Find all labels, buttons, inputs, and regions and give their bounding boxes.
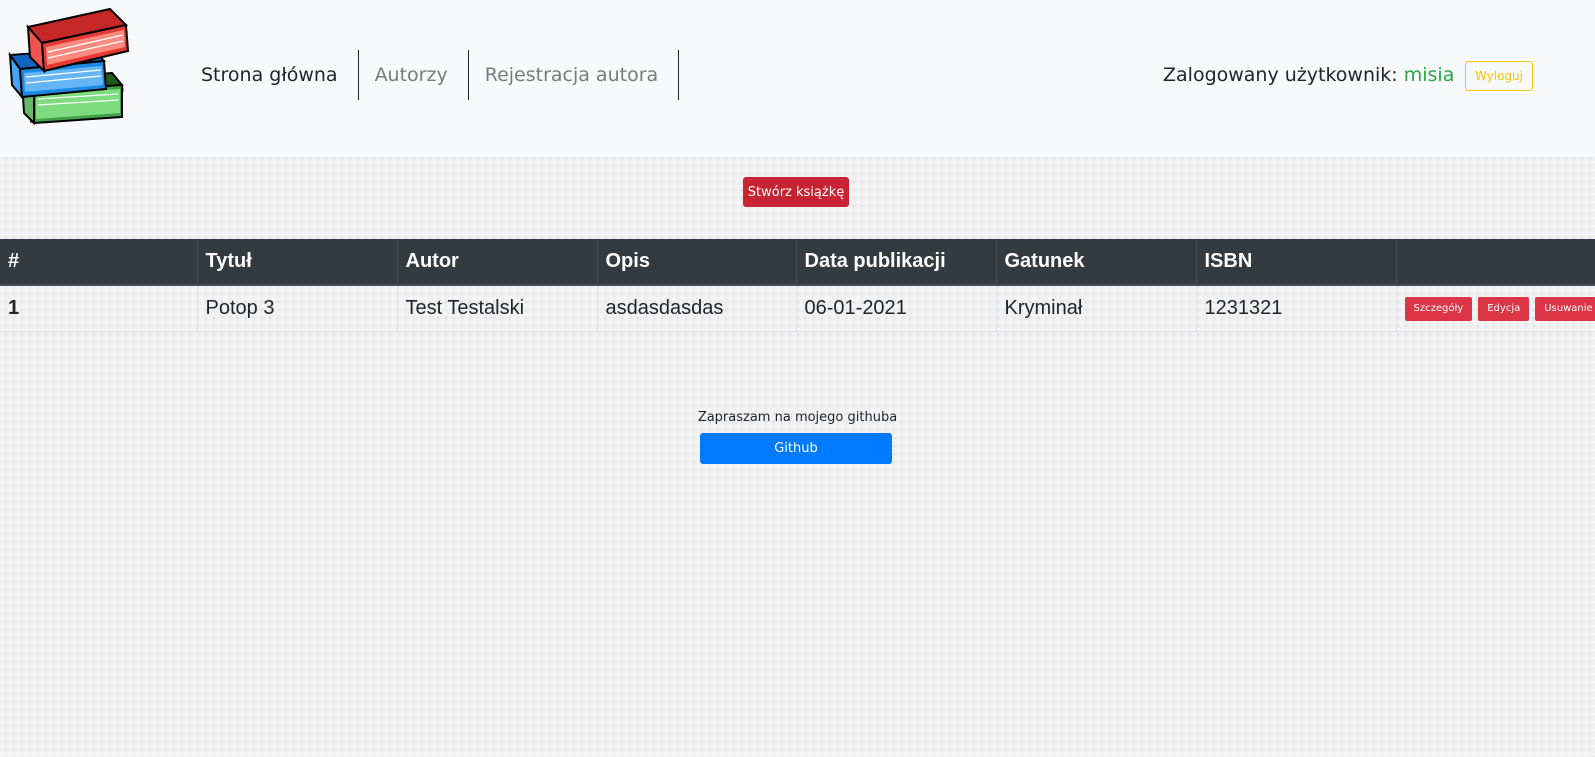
delete-button[interactable]: Usuwanie xyxy=(1535,296,1595,321)
column-header-number: # xyxy=(0,239,197,286)
books-table: # Tytuł Autor Opis Data publikacji Gatun… xyxy=(0,239,1595,332)
books-logo-icon[interactable] xyxy=(6,5,134,125)
cell-publication-date: 06-01-2021 xyxy=(795,285,996,332)
column-header-isbn: ISBN xyxy=(1195,239,1396,286)
main-nav: Strona główna Autorzy Rejestracja autora xyxy=(185,50,680,100)
cell-isbn: 1231321 xyxy=(1195,285,1396,332)
cell-genre: Kryminał xyxy=(995,285,1196,332)
logged-user-info: Zalogowany użytkownik: misia xyxy=(1163,64,1454,86)
logged-user-name: misia xyxy=(1403,64,1455,86)
create-book-button[interactable]: Stwórz książkę xyxy=(743,177,849,207)
navbar: Strona główna Autorzy Rejestracja autora… xyxy=(0,0,1595,157)
cell-description: asdasdasdas xyxy=(596,285,796,332)
logout-button[interactable]: Wyloguj xyxy=(1465,61,1533,91)
column-header-author: Autor xyxy=(396,239,597,286)
table-row: 1 Potop 3 Test Testalski asdasdasdas 06-… xyxy=(0,285,1595,332)
details-button[interactable]: Szczegóły xyxy=(1404,296,1473,321)
cell-actions: Szczegóły Edycja Usuwanie xyxy=(1395,285,1595,332)
github-invite-text: Zapraszam na mojego githuba xyxy=(697,410,898,425)
nav-link-home[interactable]: Strona główna xyxy=(185,50,359,100)
edit-button[interactable]: Edycja xyxy=(1478,296,1530,321)
table-header-row: # Tytuł Autor Opis Data publikacji Gatun… xyxy=(0,239,1595,286)
nav-link-register-author[interactable]: Rejestracja autora xyxy=(469,50,680,100)
column-header-genre: Gatunek xyxy=(995,239,1196,286)
column-header-publication-date: Data publikacji xyxy=(795,239,996,286)
column-header-description: Opis xyxy=(596,239,796,286)
cell-number: 1 xyxy=(0,285,197,332)
column-header-actions xyxy=(1395,239,1595,286)
cell-author: Test Testalski xyxy=(396,285,597,332)
github-button[interactable]: Github xyxy=(700,433,892,464)
nav-link-authors[interactable]: Autorzy xyxy=(359,50,469,100)
logged-user-label: Zalogowany użytkownik: xyxy=(1163,64,1398,86)
column-header-title: Tytuł xyxy=(196,239,397,286)
cell-title: Potop 3 xyxy=(196,285,397,332)
